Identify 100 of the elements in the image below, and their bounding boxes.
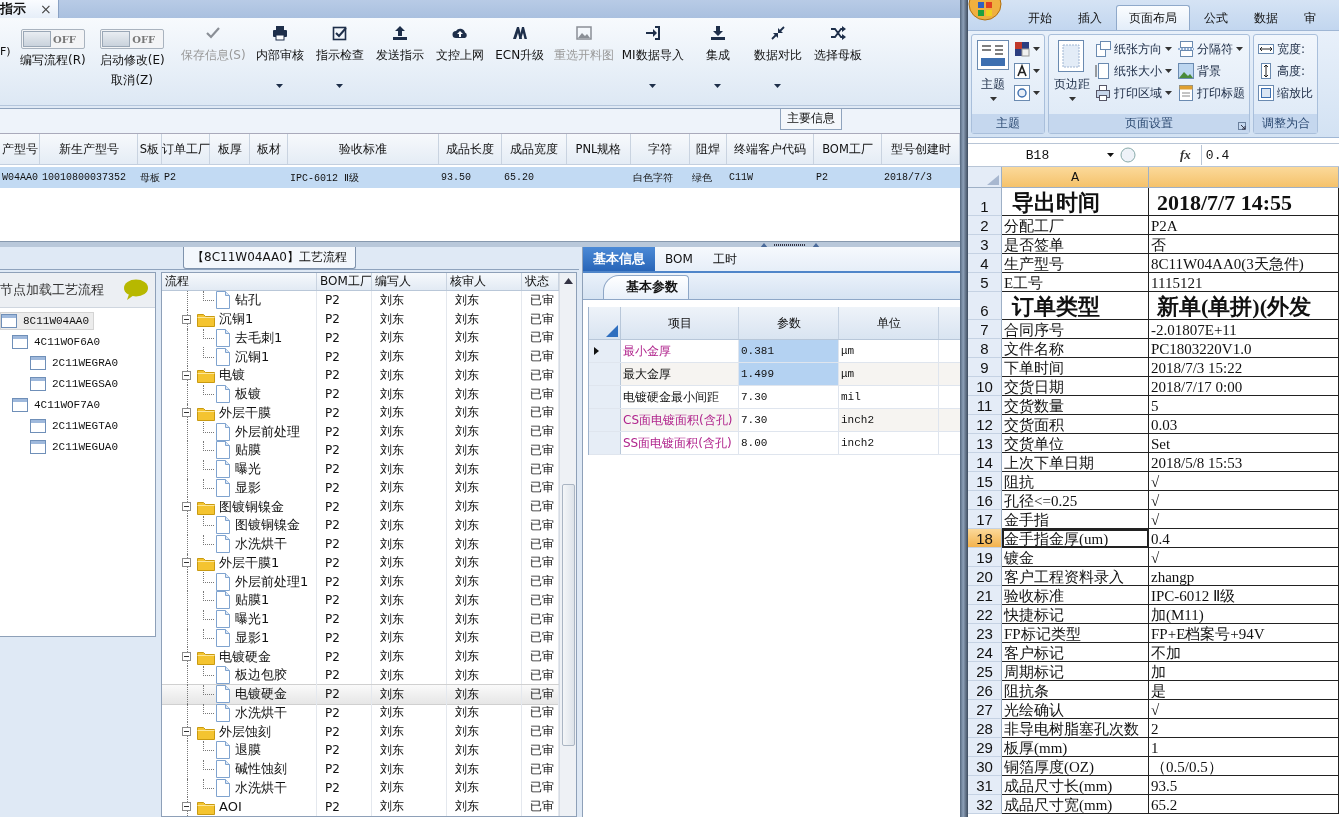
column-header[interactable]: 流程: [162, 273, 317, 290]
office-button-icon[interactable]: [968, 0, 1002, 22]
sheet-cell[interactable]: √: [1149, 510, 1339, 529]
row-number[interactable]: 16: [968, 491, 1002, 510]
toolbar-label[interactable]: 取消(Z): [111, 72, 153, 89]
close-button[interactable]: ×: [40, 1, 52, 17]
tree-row[interactable]: 显影 P2 刘东 刘东 已审: [162, 478, 559, 498]
ribbon-button[interactable]: 宽度:: [1257, 38, 1314, 60]
dialog-launcher-icon[interactable]: [1238, 122, 1246, 130]
tree-row[interactable]: 沉铜1 P2 刘东 刘东 已审: [162, 309, 559, 329]
ribbon-tab[interactable]: 页面布局: [1116, 5, 1190, 30]
sheet-cell[interactable]: Set: [1149, 434, 1339, 453]
ribbon-tab[interactable]: 公式: [1192, 6, 1240, 30]
row-number[interactable]: 29: [968, 738, 1002, 757]
sheet-cell[interactable]: 2018/7/7 14:55: [1149, 188, 1339, 216]
ribbon-tab[interactable]: 审: [1292, 6, 1328, 30]
row-number[interactable]: 19: [968, 548, 1002, 567]
row-number[interactable]: 13: [968, 434, 1002, 453]
ribbon-button[interactable]: [1013, 60, 1041, 82]
column-header[interactable]: S板: [138, 134, 162, 164]
row-number[interactable]: 28: [968, 719, 1002, 738]
row-number[interactable]: 1: [968, 188, 1002, 216]
scrollbar[interactable]: [559, 273, 576, 816]
tree-row[interactable]: 外层干膜1 P2 刘东 刘东 已审: [162, 553, 559, 573]
sheet-cell[interactable]: 1: [1149, 738, 1339, 757]
sheet-cell[interactable]: 阻抗: [1002, 472, 1149, 491]
column-header[interactable]: 产型号: [0, 134, 40, 164]
toolbar-button[interactable]: 选择母板: [809, 23, 866, 66]
tree-item[interactable]: 2C11WEGUA0: [30, 438, 122, 455]
row-number[interactable]: 18: [968, 529, 1002, 548]
tree-row[interactable]: 沉铜1 P2 刘东 刘东 已审: [162, 347, 559, 366]
tab[interactable]: BOM: [655, 247, 703, 271]
sheet-cell[interactable]: 周期标记: [1002, 662, 1149, 681]
ribbon-button[interactable]: 分隔符: [1177, 38, 1246, 60]
ribbon-button[interactable]: 纸张大小: [1094, 60, 1173, 82]
tree-row[interactable]: 水洗烘干 P2 刘东 刘东 已审: [162, 778, 559, 798]
row-number[interactable]: 9: [968, 358, 1002, 377]
tree-row[interactable]: 曝光1 P2 刘东 刘东 已审: [162, 609, 559, 629]
sheet-cell[interactable]: 生产型号: [1002, 254, 1149, 273]
ribbon-button[interactable]: 打印标题: [1177, 82, 1246, 104]
row-number[interactable]: 5: [968, 273, 1002, 292]
tree-row[interactable]: 外层干膜 P2 刘东 刘东 已审: [162, 403, 559, 423]
sheet-cell[interactable]: 文件名称: [1002, 339, 1149, 358]
tree-item[interactable]: 4C11WOF7A0: [12, 396, 104, 413]
ribbon-tab[interactable]: 数据: [1242, 6, 1290, 30]
sheet-cell[interactable]: PC1803220V1.0: [1149, 339, 1339, 358]
sheet-cell[interactable]: 光绘确认: [1002, 700, 1149, 719]
tree-row[interactable]: 退膜 P2 刘东 刘东 已审: [162, 741, 559, 760]
formula-field[interactable]: 0.4: [1200, 145, 1339, 165]
sheet-cell[interactable]: 阻抗条: [1002, 681, 1149, 700]
toolbar-button[interactable]: 文控上网: [431, 23, 488, 66]
collapse-icon[interactable]: [182, 652, 191, 662]
sheet-cell[interactable]: 加: [1149, 662, 1339, 681]
sheet-cell[interactable]: FP+E档案号+94V: [1149, 624, 1339, 643]
sheet-cell[interactable]: 8C11W04AA0(3天急件): [1149, 254, 1339, 273]
tree-item[interactable]: 2C11WEGRA0: [30, 354, 122, 371]
document-tab[interactable]: 指示 ×: [0, 0, 59, 18]
tree-row[interactable]: 图镀铜镍金 P2 刘东 刘东 已审: [162, 497, 559, 516]
column-header[interactable]: 参数: [739, 307, 839, 339]
row-number[interactable]: 14: [968, 453, 1002, 472]
toolbar-button[interactable]: MI数据导入: [619, 23, 686, 90]
row-number[interactable]: 20: [968, 567, 1002, 586]
tree-row[interactable]: 水洗烘干 P2 刘东 刘东 已审: [162, 703, 559, 723]
tree-row[interactable]: 外层蚀刻 P2 刘东 刘东 已审: [162, 722, 559, 741]
tab[interactable]: 基本参数: [603, 275, 689, 299]
sheet-cell[interactable]: IPC-6012 Ⅱ级: [1149, 586, 1339, 605]
toggle-switch[interactable]: OFF: [100, 29, 165, 49]
tree-item[interactable]: 2C11WEGSA0: [30, 375, 122, 392]
ribbon-button[interactable]: 背景: [1177, 60, 1246, 82]
tree-row[interactable]: 贴膜1 P2 刘东 刘东 已审: [162, 591, 559, 610]
collapse-icon[interactable]: [182, 727, 191, 737]
tree-row[interactable]: 外层前处理 P2 刘东 刘东 已审: [162, 422, 559, 441]
column-header[interactable]: PNL规格: [567, 134, 631, 164]
column-header[interactable]: 终端客户代码: [727, 134, 814, 164]
row-number[interactable]: 17: [968, 510, 1002, 529]
sheet-cell[interactable]: 2018/7/17 0:00: [1149, 377, 1339, 396]
sheet-cell[interactable]: 新单(单拼)(外发: [1149, 292, 1339, 320]
table-cell[interactable]: 7.30: [739, 409, 839, 431]
sheet-cell[interactable]: 交货日期: [1002, 377, 1149, 396]
tree-row[interactable]: 图镀铜镍金 P2 刘东 刘东 已审: [162, 516, 559, 535]
tab[interactable]: 工时: [702, 247, 747, 271]
ribbon-tab[interactable]: 开始: [1016, 6, 1064, 30]
row-number[interactable]: 7: [968, 320, 1002, 339]
row-number[interactable]: 3: [968, 235, 1002, 254]
sheet-cell[interactable]: √: [1149, 472, 1339, 491]
toolbar-button[interactable]: 集成: [689, 23, 746, 90]
row-number[interactable]: 8: [968, 339, 1002, 358]
sheet-cell[interactable]: 交货单位: [1002, 434, 1149, 453]
row-number[interactable]: 6: [968, 292, 1002, 320]
sheet-cell[interactable]: 孔径<=0.25: [1002, 491, 1149, 510]
row-number[interactable]: 32: [968, 795, 1002, 814]
tree-row[interactable]: 电镀硬金 P2 刘东 刘东 已审: [162, 647, 559, 666]
sheet-cell[interactable]: 2018/7/3 15:22: [1149, 358, 1339, 377]
toolbar-label[interactable]: 启动修改(E): [99, 52, 165, 69]
tree-item[interactable]: 8C11W04AA0: [0, 311, 94, 330]
ribbon-button[interactable]: 缩放比: [1257, 82, 1314, 104]
sheet-cell[interactable]: 上次下单日期: [1002, 453, 1149, 472]
tree-row[interactable]: 显影1 P2 刘东 刘东 已审: [162, 628, 559, 648]
tree-row[interactable]: 外层前处理1 P2 刘东 刘东 已审: [162, 572, 559, 591]
column-header[interactable]: 核审人: [447, 273, 522, 290]
